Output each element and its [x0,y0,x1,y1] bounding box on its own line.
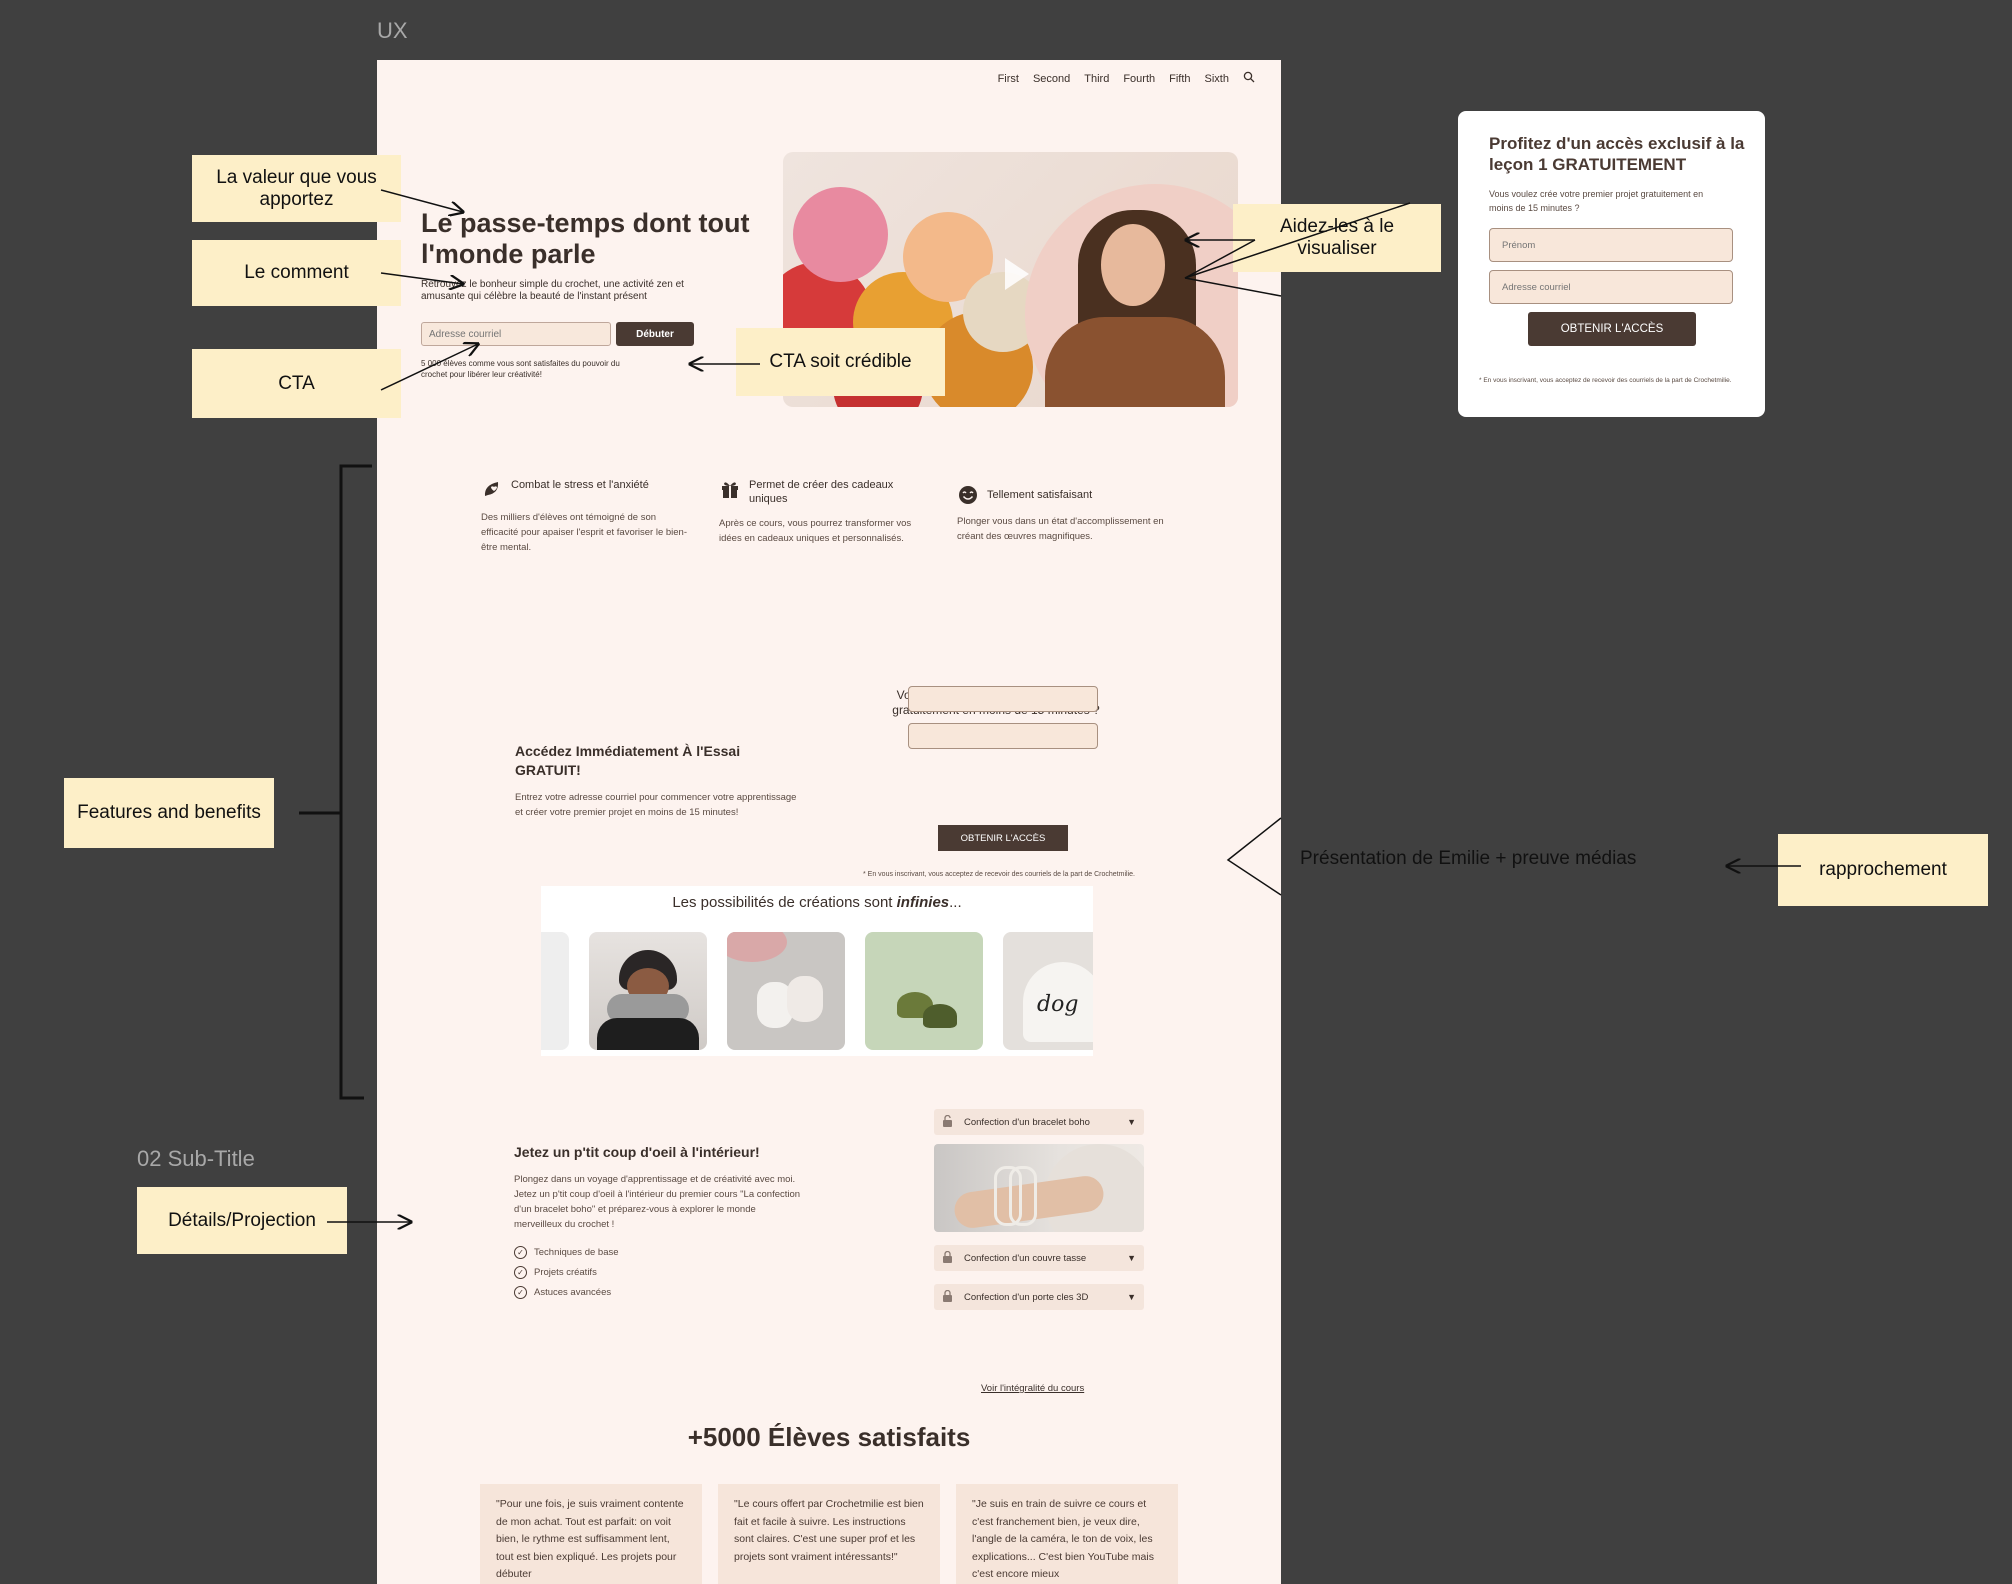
testimonial-card: "Le cours offert par Crochetmilie est bi… [718,1484,940,1584]
check-item: ✓ Astuces avancées [514,1286,611,1299]
check-label: Projets créatifs [534,1267,597,1278]
feature-stress: Combat le stress et l'anxiété Des millie… [481,478,691,555]
first-name-field[interactable] [1489,228,1733,262]
chevron-down-icon: ▼ [1127,1292,1136,1302]
gallery-image[interactable]: dog [1003,932,1093,1050]
chevron-down-icon: ▼ [1127,1117,1136,1127]
nav-item-sixth[interactable]: Sixth [1205,73,1229,85]
accordion-label: Confection d'un porte cles 3D [964,1291,1089,1303]
play-icon[interactable] [1005,258,1029,290]
subtitle-label: 02 Sub-Title [137,1146,255,1171]
note-how: Le comment [192,240,401,306]
nav-item-first[interactable]: First [998,73,1019,85]
feature-desc: Après ce cours, vous pourrez transformer… [719,518,912,544]
gift-icon [719,478,741,500]
trial-consent-note: * En vous inscrivant, vous acceptez de r… [863,871,1135,878]
bracelet-image [934,1144,1144,1232]
feature-title: Tellement satisfaisant [987,489,1093,501]
email-field[interactable] [1489,270,1733,304]
presentation-label: Présentation de Emilie + preuve médias [1300,848,1637,869]
note-visualize: Aidez-les à le visualiser [1233,204,1441,272]
check-label: Astuces avancées [534,1287,612,1298]
check-item: ✓ Projets créatifs [514,1266,597,1279]
gallery-image[interactable] [727,932,845,1050]
gallery-image[interactable] [541,932,569,1050]
accordion-item-bracelet[interactable]: Confection d'un bracelet boho ▼ [934,1109,1144,1135]
get-access-button[interactable]: OBTENIR L'ACCÈS [1528,312,1696,346]
hero-cta-button[interactable]: Débuter [616,322,694,346]
note-rapprochement: rapprochement [1778,834,1988,906]
top-nav: First Second Third Fourth Fifth Sixth [998,71,1255,86]
feature-title: Permet de créer des cadeaux uniques [749,479,894,505]
trial-title: Accédez Immédiatement À l'Essai GRATUIT! [515,743,741,778]
nav-item-second[interactable]: Second [1033,73,1070,85]
hero-title: Le passe-temps dont tout l'monde parle [421,208,750,269]
details-title: Jetez un p'tit coup d'oeil à l'intérieur… [514,1144,760,1160]
gallery-title-suffix: ... [949,894,962,911]
trial-access-button[interactable]: OBTENIR L'ACCÈS [938,825,1068,851]
hero-subtitle: Retrouvez le bonheur simple du crochet, … [421,279,684,302]
creations-gallery: Les possibilités de créations sont infin… [541,886,1093,1056]
form-card-subtitle: Vous voulez crée votre premier projet gr… [1489,189,1704,213]
search-icon[interactable] [1243,71,1255,86]
lock-icon [942,1289,956,1305]
form-card-title: Profitez d'un accès exclusif à la leçon … [1489,134,1745,174]
lock-icon [942,1250,956,1266]
feature-title: Combat le stress et l'anxiété [511,479,649,491]
note-features: Features and benefits [64,778,274,848]
trial-desc: Entrez votre adresse courriel pour comme… [515,792,797,818]
trial-email-field[interactable] [908,723,1098,749]
note-cta-credible: CTA soit crédible [736,328,945,396]
check-label: Techniques de base [534,1247,619,1258]
check-icon: ✓ [514,1286,527,1299]
gallery-title: Les possibilités de créations sont infin… [541,894,1093,911]
chevron-down-icon: ▼ [1127,1253,1136,1263]
nav-item-fifth[interactable]: Fifth [1169,73,1190,85]
canvas-label: UX [377,18,408,43]
satisfied-title: +5000 Élèves satisfaits [687,1422,971,1452]
full-course-link[interactable]: Voir l'intégralité du cours [981,1383,1084,1394]
nav-item-third[interactable]: Third [1084,73,1109,85]
hero-email-input[interactable] [421,322,611,346]
smile-icon [957,484,979,506]
accordion-label: Confection d'un couvre tasse [964,1252,1087,1264]
feature-desc: Des milliers d'élèves ont témoigné de so… [481,512,687,553]
check-icon: ✓ [514,1246,527,1259]
unlock-icon [942,1114,956,1130]
testimonial-card: "Je suis en train de suivre ce cours et … [956,1484,1178,1584]
leaf-heart-icon [481,478,503,500]
trial-first-name-field[interactable] [908,686,1098,712]
gallery-image[interactable] [865,932,983,1050]
hero-social-proof: 5 000 élèves comme vous sont satisfaites… [421,359,620,379]
gallery-title-prefix: Les possibilités de créations sont [672,894,897,911]
details-desc: Plongez dans un voyage d'apprentissage e… [514,1174,801,1230]
gallery-title-emph: infinies [896,894,950,911]
feature-satisfying: Tellement satisfaisant Plonger vous dans… [957,484,1167,544]
check-icon: ✓ [514,1266,527,1279]
note-cta: CTA [192,349,401,418]
lead-form-card: Profitez d'un accès exclusif à la leçon … [1458,111,1765,417]
accordion-label: Confection d'un bracelet boho [964,1116,1090,1128]
note-details: Détails/Projection [137,1187,347,1254]
check-item: ✓ Techniques de base [514,1246,619,1259]
accordion-item-keychain[interactable]: Confection d'un porte cles 3D ▼ [934,1284,1144,1310]
accordion-item-mug-cover[interactable]: Confection d'un couvre tasse ▼ [934,1245,1144,1271]
testimonial-card: "Pour une fois, je suis vraiment content… [480,1484,702,1584]
landing-page-mockup: First Second Third Fourth Fifth Sixth Le… [377,60,1281,1584]
gallery-image[interactable] [589,932,707,1050]
form-card-consent-note: * En vous inscrivant, vous acceptez de r… [1479,377,1732,384]
feature-desc: Plonger vous dans un état d'accomplissem… [957,516,1164,542]
note-value: La valeur que vous apportez [192,155,401,222]
feature-gifts: Permet de créer des cadeaux uniques Aprè… [719,478,929,546]
nav-item-fourth[interactable]: Fourth [1123,73,1155,85]
